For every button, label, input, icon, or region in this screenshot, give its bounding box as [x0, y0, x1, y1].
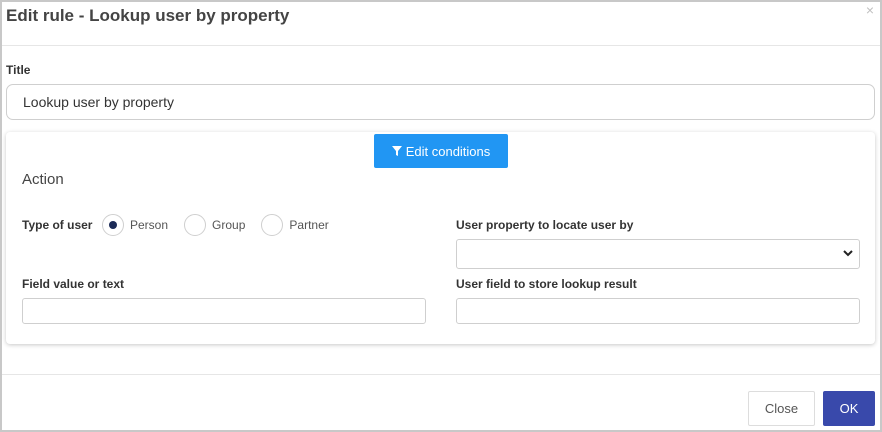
edit-conditions-label: Edit conditions: [405, 143, 491, 159]
radio-partner[interactable]: [261, 214, 284, 236]
type-of-user-label: Type of user: [22, 218, 93, 232]
radio-group-label: Group: [212, 218, 246, 232]
action-heading: Action: [22, 171, 64, 188]
field-value-label: Field value or text: [22, 277, 125, 291]
radio-option-partner[interactable]: Partner: [261, 214, 329, 236]
radio-option-person[interactable]: Person: [102, 214, 168, 236]
radio-person-label: Person: [130, 218, 169, 232]
store-field-label: User field to store lookup result: [456, 277, 637, 291]
title-input[interactable]: [6, 84, 875, 120]
edit-rule-dialog: Edit rule - Lookup user by property × Ti…: [0, 0, 882, 432]
radio-option-group[interactable]: Group: [184, 214, 245, 236]
filter-icon: [391, 146, 402, 156]
chevron-down-icon: [843, 250, 853, 257]
radio-partner-label: Partner: [289, 218, 329, 232]
close-icon[interactable]: ×: [866, 3, 874, 17]
ok-button[interactable]: OK: [823, 391, 875, 426]
dialog-header: Edit rule - Lookup user by property ×: [2, 2, 880, 46]
user-property-select[interactable]: [456, 239, 860, 269]
dialog-title: Edit rule - Lookup user by property: [6, 6, 290, 25]
store-field-input[interactable]: [456, 298, 860, 324]
title-label: Title: [6, 63, 31, 77]
radio-group[interactable]: [184, 214, 207, 236]
action-card: Edit conditions Action Type of user Pers…: [6, 132, 875, 344]
close-button[interactable]: Close: [748, 391, 815, 426]
type-of-user-radio-group: Person Group Partner: [102, 214, 345, 236]
user-property-label: User property to locate user by: [456, 218, 634, 232]
footer-divider: [2, 374, 880, 375]
field-value-input[interactable]: [22, 298, 426, 324]
radio-person[interactable]: [102, 214, 124, 236]
edit-conditions-button[interactable]: Edit conditions: [374, 134, 508, 168]
